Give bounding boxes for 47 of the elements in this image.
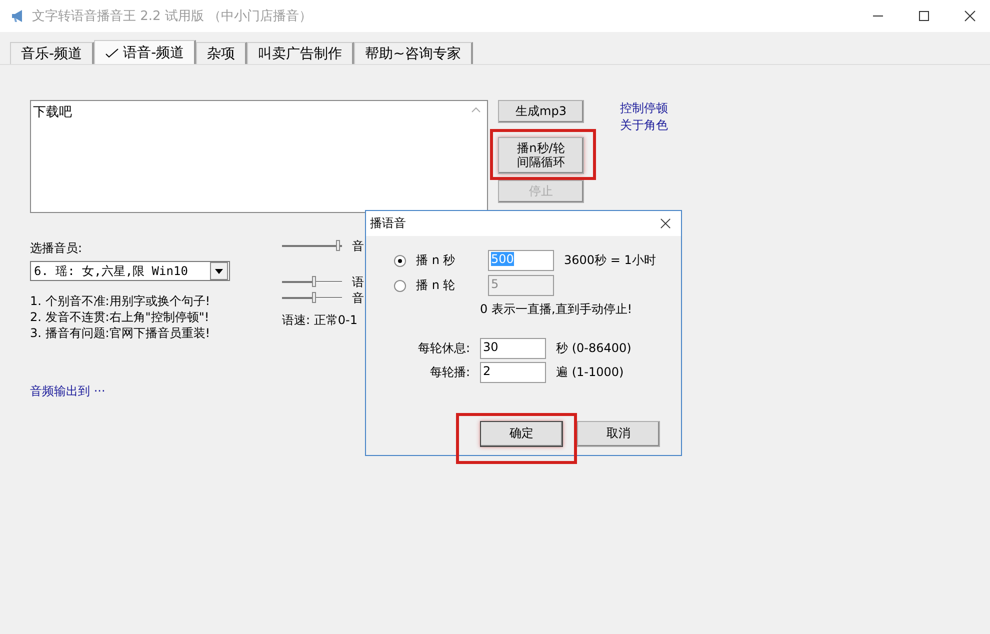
slider-label: 音 — [352, 290, 364, 306]
output-link[interactable]: 音频输出到 ··· — [30, 383, 282, 400]
maximize-icon[interactable] — [918, 10, 930, 22]
tab[interactable]: 语音-频道 — [94, 40, 196, 64]
slider[interactable] — [282, 239, 342, 253]
announcer-label: 选播音员: — [30, 240, 84, 257]
window-title: 文字转语音播音王 2.2 试用版 （中小门店播音） — [32, 8, 312, 25]
unit-text: 遍 (1-1000) — [556, 364, 624, 381]
hint-text: 3600秒 = 1小时 — [564, 252, 656, 269]
speed-note: 语速: 正常0-1 — [282, 312, 358, 329]
radio-button[interactable] — [394, 254, 406, 266]
slider-label: 语 — [352, 274, 364, 290]
slider-thumb[interactable] — [336, 240, 340, 251]
checkmark-icon — [105, 48, 120, 58]
link[interactable]: 关于角色 — [620, 117, 668, 134]
dialog-button[interactable]: 取消 — [577, 421, 660, 447]
dialog-button[interactable]: 确定 — [480, 421, 563, 447]
link[interactable]: 控制停顿 — [620, 100, 668, 117]
note-line: 2. 发音不连贯:右上角"控制停顿"! — [30, 309, 210, 325]
announcer-dropdown[interactable]: 6. 瑶: 女,六星,限 Win10 — [30, 261, 230, 281]
dialog-title: 播语音 — [370, 215, 406, 232]
unit-text: 秒 (0-86400) — [556, 340, 632, 357]
slider-thumb[interactable] — [312, 292, 316, 303]
tab[interactable]: 杂项 — [196, 42, 248, 64]
input-field[interactable]: 2 — [480, 362, 546, 383]
scroll-up-icon[interactable] — [471, 107, 481, 113]
close-icon[interactable] — [964, 10, 976, 22]
slider-label: 音 — [352, 238, 364, 254]
action-button[interactable]: 生成mp3 — [498, 100, 584, 123]
slider[interactable] — [282, 275, 342, 289]
slider-thumb[interactable] — [312, 276, 316, 287]
tab[interactable]: 叫卖广告制作 — [247, 42, 354, 64]
radio-label[interactable]: 播 n 秒 — [416, 252, 478, 269]
text-value: 下载吧 — [33, 105, 72, 120]
input-field[interactable]: 30 — [480, 338, 546, 359]
note-line: 3. 播音有问题:官网下播音员重装! — [30, 325, 212, 341]
dialog-note: 0 表示一直播,直到手动停止! — [480, 301, 634, 318]
action-button[interactable]: 播n秒/轮 间隔循环 — [498, 137, 584, 174]
text-area[interactable]: 下载吧 — [30, 100, 488, 213]
close-icon[interactable] — [660, 218, 671, 229]
field-label: 每轮休息: — [416, 340, 470, 357]
field-label: 每轮播: — [428, 364, 470, 381]
tab[interactable]: 音乐-频道 — [10, 42, 94, 64]
tab[interactable]: 帮助~咨询专家 — [354, 42, 473, 64]
note-line: 1. 个别音不准:用别字或换个句子! — [30, 293, 212, 309]
dropdown-arrow-icon — [215, 268, 223, 274]
slider[interactable] — [282, 291, 342, 305]
